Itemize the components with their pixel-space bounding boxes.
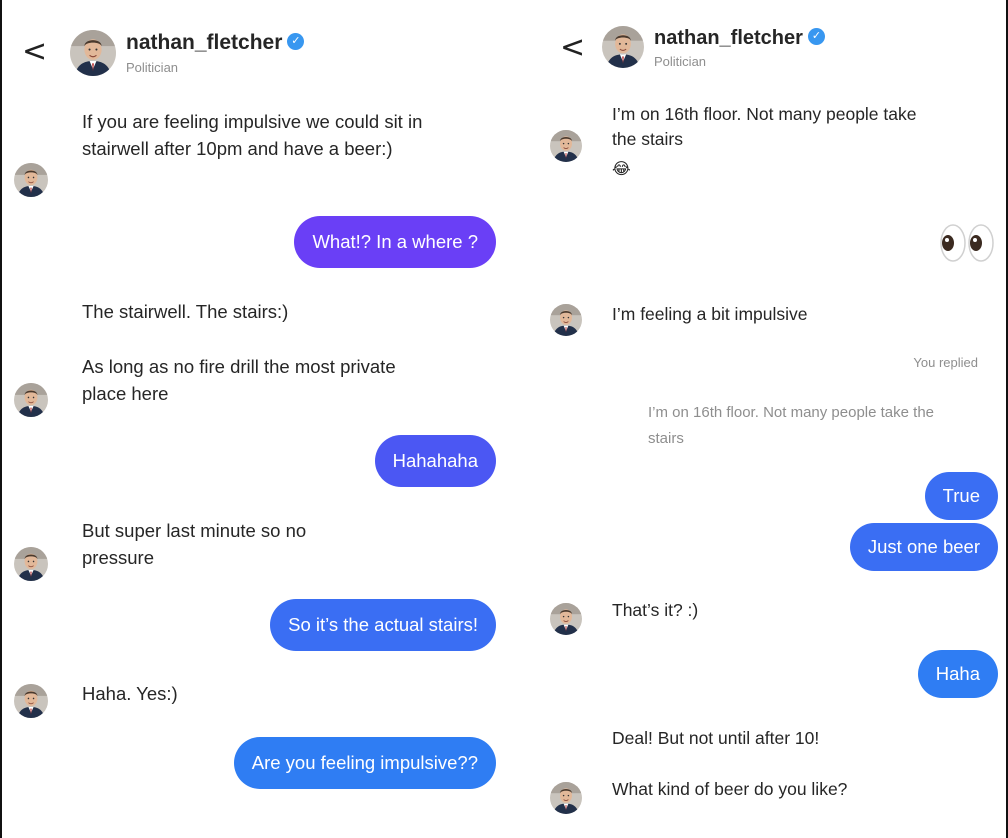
sender-avatar[interactable] [550, 603, 582, 635]
avatar-icon [14, 163, 48, 197]
avatar-icon [550, 782, 582, 814]
incoming-message: I’m on 16th floor. Not many people take … [612, 104, 917, 149]
contact-name[interactable]: nathan_fletcher ✓ [654, 27, 825, 50]
incoming-message: But super last minute so no pressure [82, 520, 307, 568]
sender-avatar[interactable] [14, 547, 48, 581]
incoming-message: Deal! But not until after 10! [612, 728, 820, 748]
outgoing-message-bubble: True [924, 472, 998, 520]
incoming-message: Haha. Yes:) [82, 683, 178, 704]
sender-avatar[interactable] [14, 684, 48, 718]
header-avatar[interactable] [70, 30, 116, 76]
contact-name-text: nathan_fletcher [654, 27, 803, 49]
avatar-icon [602, 26, 644, 68]
outgoing-message-bubble: Are you feeling impulsive?? [233, 737, 496, 789]
sender-avatar[interactable] [550, 304, 582, 336]
outgoing-message-bubble: Just one beer [849, 523, 998, 571]
avatar-icon [550, 603, 582, 635]
avatar-icon [14, 684, 48, 718]
conversation-panel-left: < nathan_fletcher ✓ Politician If you are… [2, 0, 526, 838]
avatar-icon [550, 304, 582, 336]
contact-subtitle: Politician [126, 60, 179, 75]
sender-avatar[interactable] [550, 782, 582, 814]
sender-avatar[interactable] [550, 130, 582, 162]
outgoing-message-bubble: Hahahaha [374, 435, 496, 487]
incoming-message: The stairwell. The stairs:) [82, 301, 289, 322]
verified-badge-icon: ✓ [807, 28, 825, 46]
avatar-icon [14, 383, 48, 417]
sender-avatar[interactable] [14, 163, 48, 197]
quoted-reply-text: I’m on 16th floor. Not many people take … [648, 404, 935, 447]
eyes-emoji-message: 👀 [938, 218, 996, 268]
incoming-message: What kind of beer do you like? [612, 779, 848, 799]
eyes-emoji-icon [940, 224, 994, 262]
contact-name[interactable]: nathan_fletcher ✓ [126, 31, 305, 55]
conversation-panel-right: < nathan_fletcher ✓ Politician I’m on 16t… [532, 0, 1006, 838]
sender-avatar[interactable] [14, 383, 48, 417]
header-avatar[interactable] [602, 26, 644, 68]
outgoing-message-bubble: Haha [917, 650, 998, 698]
outgoing-message-bubble: What!? In a where ? [294, 216, 496, 268]
back-chevron-icon[interactable]: < [22, 37, 47, 67]
back-chevron-icon[interactable]: < [560, 33, 585, 63]
avatar-icon [550, 130, 582, 162]
incoming-message: If you are feeling impulsive we could si… [82, 111, 423, 159]
avatar-icon [70, 30, 116, 76]
avatar-icon [14, 547, 48, 581]
outgoing-message-bubble: So it’s the actual stairs! [270, 599, 496, 651]
laughing-emoji: 😂 [612, 161, 631, 178]
incoming-message: That’s it? :) [612, 600, 699, 620]
contact-name-text: nathan_fletcher [126, 31, 283, 54]
verified-badge-icon: ✓ [287, 32, 305, 50]
you-replied-label: You replied [913, 355, 978, 370]
incoming-message: As long as no fire drill the most privat… [82, 356, 396, 404]
contact-subtitle: Politician [654, 54, 707, 69]
incoming-message: I’m feeling a bit impulsive [612, 304, 808, 324]
